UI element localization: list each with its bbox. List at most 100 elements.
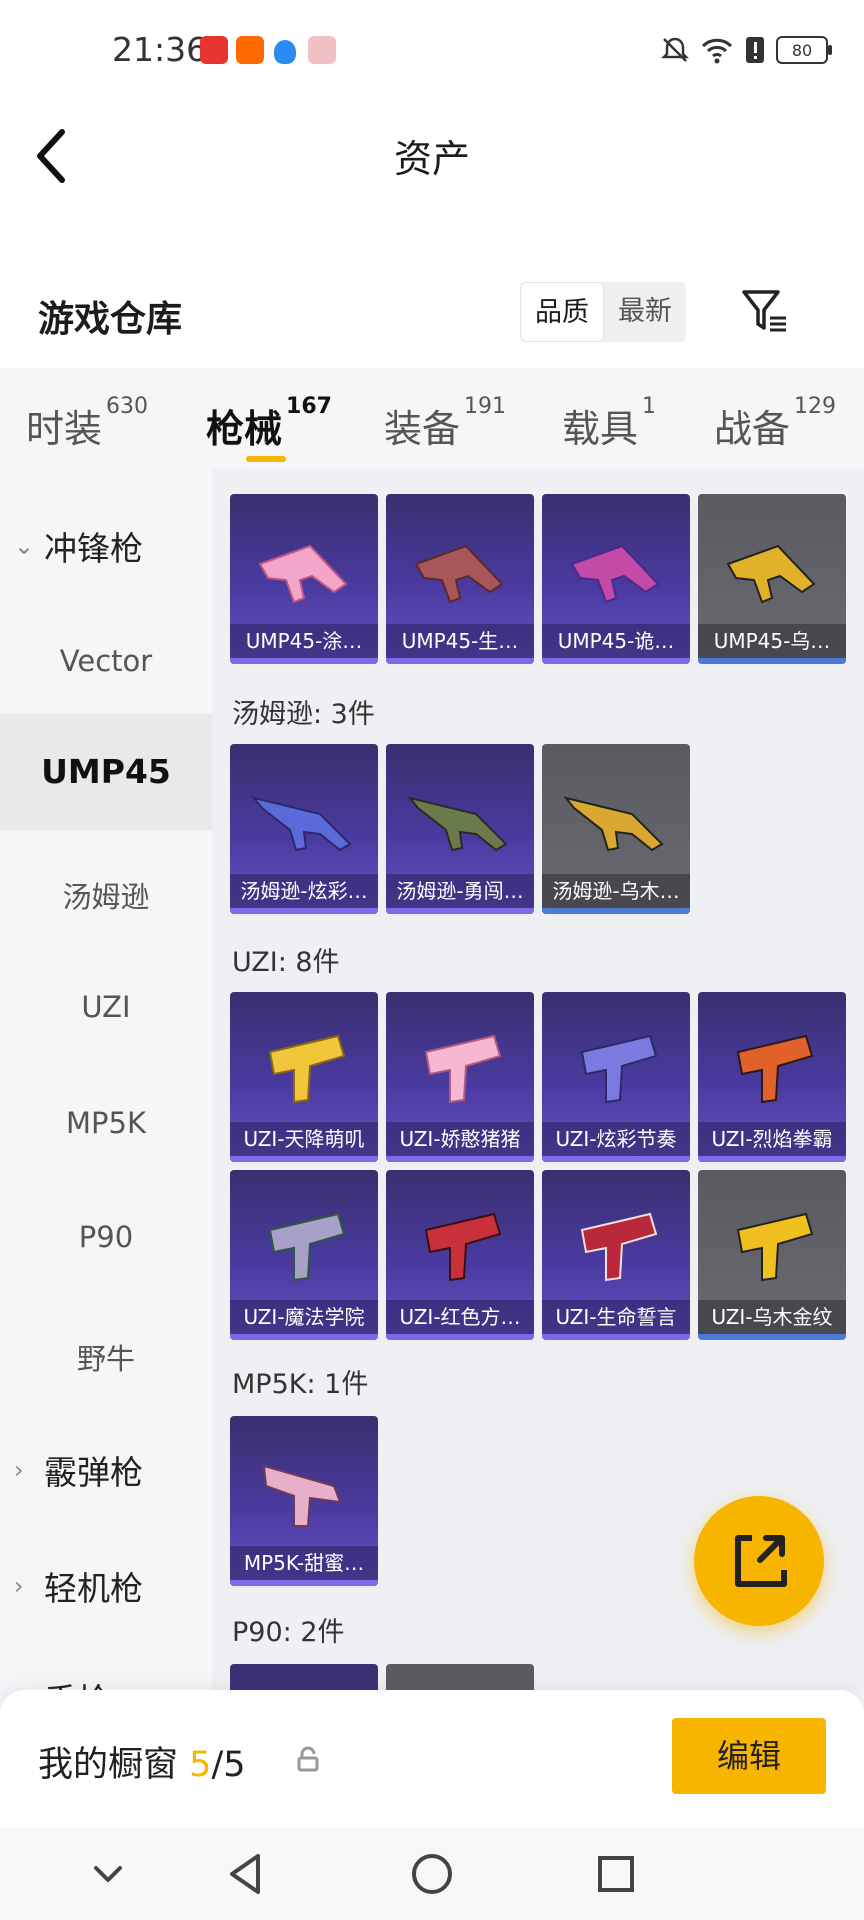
showcase-bar: 我的橱窗 5/5 编辑 (0, 1690, 864, 1828)
skin-label: 汤姆逊-乌木… (542, 874, 690, 908)
filter-icon[interactable] (740, 286, 790, 336)
skin-card[interactable]: 汤姆逊-乌木… (542, 744, 690, 914)
sidebar-group-smg[interactable]: ⌄ 冲锋枪 (14, 522, 143, 570)
skin-label: UZI-炫彩节奏 (542, 1122, 690, 1156)
skin-card[interactable]: 汤姆逊-炫彩… (230, 744, 378, 914)
skin-label: UMP45-涂… (230, 624, 378, 658)
sort-quality-button[interactable]: 品质 (520, 282, 604, 342)
lock-icon (297, 1746, 319, 1772)
skin-label: UZI-烈焰拳霸 (698, 1122, 846, 1156)
sidebar-item-p90[interactable]: P90 (0, 1220, 212, 1254)
nav-back-icon[interactable] (222, 1850, 270, 1898)
chevron-right-icon: › (14, 1572, 24, 1600)
warehouse-title: 游戏仓库 (38, 299, 183, 340)
skin-label: UZI-娇憨猪猪 (386, 1122, 534, 1156)
skin-card[interactable]: UZI-红色方… (386, 1170, 534, 1340)
sort-toggle: 品质 最新 (520, 282, 686, 342)
uzi-skin-image (580, 1212, 658, 1282)
status-time: 21:36 (112, 30, 208, 69)
category-tabs: 时装630 枪械167 装备191 载具1 战备129 (0, 368, 864, 468)
sidebar-item-ump45[interactable]: UMP45 (0, 714, 212, 830)
skin-label: UZI-魔法学院 (230, 1300, 378, 1334)
shield-app-icon (274, 40, 296, 64)
tab-equipment[interactable]: 装备191 (384, 394, 506, 453)
skin-card[interactable]: UMP45-诡… (542, 494, 690, 664)
uzi-skin-image (736, 1034, 814, 1104)
system-nav-bar (0, 1828, 864, 1920)
skin-label: UMP45-乌… (698, 624, 846, 658)
skin-card[interactable]: 汤姆逊-勇闯… (386, 744, 534, 914)
uzi-skin-image (736, 1212, 814, 1282)
skin-card[interactable]: UZI-娇憨猪猪 (386, 992, 534, 1162)
nav-recents-icon[interactable] (592, 1850, 640, 1898)
skin-card[interactable]: UMP45-乌… (698, 494, 846, 664)
skin-label: UZI-红色方… (386, 1300, 534, 1334)
nav-home-icon[interactable] (408, 1850, 456, 1898)
showcase-label: 我的橱窗 5/5 (38, 1745, 246, 1785)
edit-button[interactable]: 编辑 (672, 1718, 826, 1794)
skin-card[interactable]: UZI-生命誓言 (542, 1170, 690, 1340)
app-header: 资产 (0, 100, 864, 220)
uzi-skin-image (268, 1034, 346, 1104)
skin-card[interactable]: UZI-天降萌叽 (230, 992, 378, 1162)
skin-card[interactable]: UMP45-涂… (230, 494, 378, 664)
wifi-icon (701, 38, 733, 64)
tab-gear[interactable]: 战备129 (714, 394, 836, 453)
uzi-skin-image (424, 1034, 502, 1104)
skin-card[interactable] (230, 1664, 378, 1690)
sidebar-group-pistol[interactable]: ›手枪 (14, 1674, 110, 1690)
section-title-uzi: UZI: 8件 (232, 947, 340, 978)
sidebar-group-lmg[interactable]: › 轻机枪 (14, 1562, 143, 1610)
tab-vehicles[interactable]: 载具1 (562, 394, 656, 453)
tab-fashion[interactable]: 时装630 (26, 394, 148, 453)
share-icon (735, 1535, 787, 1587)
sidebar-group-shotgun[interactable]: › 霰弹枪 (14, 1446, 143, 1494)
battery-indicator: 80 (776, 36, 832, 64)
weapon-sidebar: ⌄ 冲锋枪 Vector UMP45 汤姆逊 UZI MP5K P90 野牛 › 霰… (0, 468, 212, 1690)
sim-alert-icon (746, 37, 764, 63)
sidebar-item-bison[interactable]: 野牛 (0, 1336, 212, 1378)
taobao-app-icon (236, 36, 264, 64)
skin-label: 汤姆逊-勇闯… (386, 874, 534, 908)
skin-card[interactable]: UZI-烈焰拳霸 (698, 992, 846, 1162)
status-bar: 21:36 80 (0, 0, 864, 100)
skin-card[interactable] (386, 1664, 534, 1690)
tab-guns[interactable]: 枪械167 (206, 394, 332, 453)
skin-label: UMP45-生… (386, 624, 534, 658)
sidebar-item-vector[interactable]: Vector (0, 644, 212, 678)
share-fab[interactable] (694, 1496, 824, 1626)
chevron-down-icon: ⌄ (14, 532, 35, 560)
warehouse-header: 游戏仓库 品质 最新 (0, 220, 864, 368)
sort-newest-button[interactable]: 最新 (604, 282, 686, 342)
skin-label: UZI-生命誓言 (542, 1300, 690, 1334)
smg-skin-image (570, 544, 660, 604)
skin-card[interactable]: UMP45-生… (386, 494, 534, 664)
uzi-skin-image (580, 1034, 658, 1104)
sidebar-item-mp5k[interactable]: MP5K (0, 1106, 212, 1140)
showcase-used-count: 5 (189, 1745, 212, 1785)
skin-label: UMP45-诡… (542, 624, 690, 658)
skin-card[interactable]: MP5K-甜蜜… (230, 1416, 378, 1586)
sidebar-item-thompson[interactable]: 汤姆逊 (0, 874, 212, 916)
skin-card[interactable]: UZI-魔法学院 (230, 1170, 378, 1340)
smg-skin-image (258, 544, 348, 604)
section-title-thompson: 汤姆逊: 3件 (232, 699, 375, 730)
skin-label: MP5K-甜蜜… (230, 1546, 378, 1580)
chevron-right-icon: › (14, 1456, 24, 1484)
showcase-total: /5 (211, 1745, 246, 1785)
skin-card[interactable]: UZI-炫彩节奏 (542, 992, 690, 1162)
page-title: 资产 (393, 137, 470, 181)
section-title-p90: P90: 2件 (232, 1617, 345, 1648)
skin-card[interactable]: UZI-乌木金纹 (698, 1170, 846, 1340)
active-tab-indicator (246, 456, 286, 462)
skin-label: UZI-乌木金纹 (698, 1300, 846, 1334)
status-right: 80 (660, 30, 832, 70)
chevron-down-icon[interactable] (84, 1850, 132, 1898)
skin-label: UZI-天降萌叽 (230, 1122, 378, 1156)
smg-skin-image (251, 796, 352, 852)
box-app-icon (308, 36, 336, 64)
smg-skin-image (407, 796, 508, 852)
section-title-mp5k: MP5K: 1件 (232, 1369, 369, 1400)
sidebar-item-uzi[interactable]: UZI (0, 990, 212, 1024)
smg-skin-image (414, 544, 504, 604)
